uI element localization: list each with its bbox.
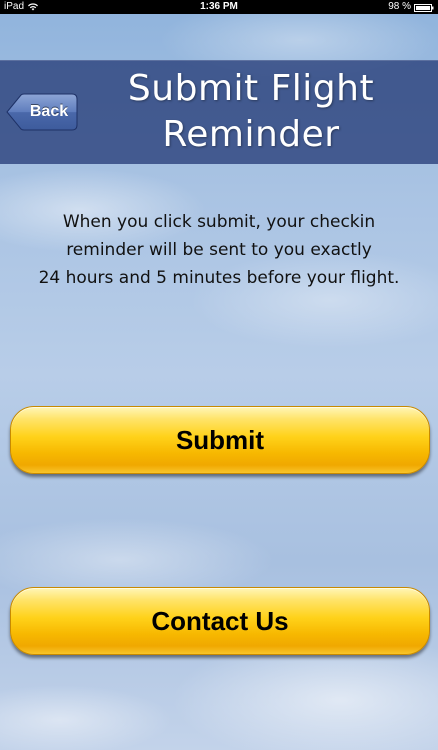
app-screen: iPad 1:36 PM 98 % Back Submit Flight Rem… — [0, 0, 438, 750]
back-button-label: Back — [29, 103, 69, 120]
header-band: Back Submit Flight Reminder — [0, 60, 438, 164]
page-title: Submit Flight Reminder — [86, 66, 416, 158]
description-line-2: reminder will be sent to you exactly — [66, 240, 372, 260]
submit-button[interactable]: Submit — [10, 406, 430, 474]
battery-percent: 98 % — [388, 1, 411, 12]
contact-us-button-label: Contact Us — [151, 606, 289, 636]
description-text: When you click submit, your checkin remi… — [20, 208, 418, 292]
description-line-3: 24 hours and 5 minutes before your fligh… — [38, 268, 400, 288]
submit-button-label: Submit — [175, 425, 265, 455]
status-time: 1:36 PM — [200, 1, 238, 12]
status-bar: iPad 1:36 PM 98 % — [0, 0, 438, 14]
page-title-line-2: Reminder — [162, 114, 340, 155]
back-button[interactable]: Back — [6, 93, 78, 131]
page-title-line-1: Submit Flight — [127, 68, 375, 109]
battery-icon — [414, 3, 434, 12]
description-line-1: When you click submit, your checkin — [62, 212, 376, 232]
contact-us-button[interactable]: Contact Us — [10, 587, 430, 655]
status-right: 98 % — [388, 0, 434, 14]
